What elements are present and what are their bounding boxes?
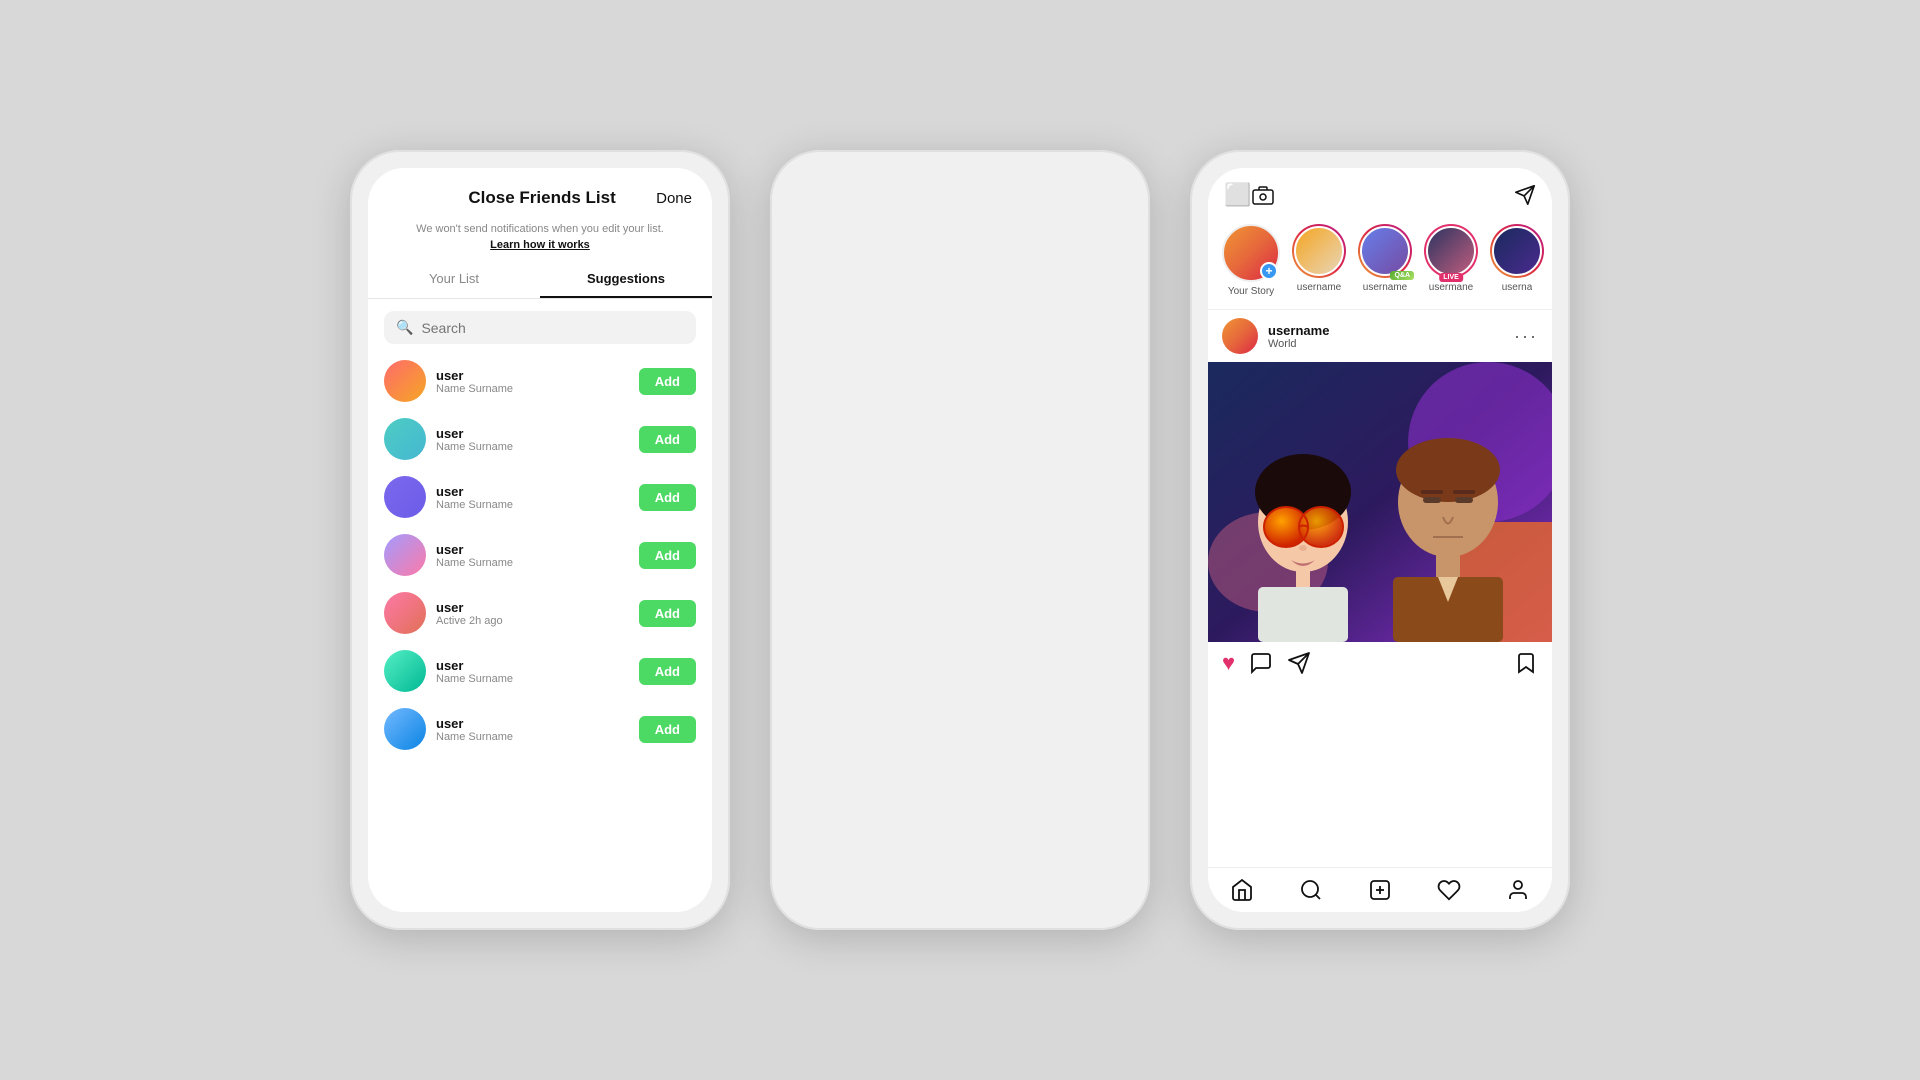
tab-suggestions[interactable]: Suggestions — [540, 261, 712, 298]
nav-add-icon[interactable] — [1368, 878, 1392, 902]
phone-3-screen: ⬜ + — [1208, 168, 1552, 912]
post-avatar[interactable] — [1222, 318, 1258, 354]
p1-learn-link[interactable]: Learn how it works — [368, 239, 712, 261]
user-subtitle: Name Surname — [436, 441, 629, 453]
user-subtitle: Name Surname — [436, 731, 629, 743]
add-button[interactable]: Add — [639, 484, 696, 511]
live-badge: LIVE — [1439, 273, 1463, 282]
avatar — [384, 708, 426, 750]
list-item: user Name Surname Add — [380, 410, 700, 468]
add-button[interactable]: Add — [639, 658, 696, 685]
camera-icon[interactable]: ⬜ — [1224, 182, 1251, 208]
post-image — [1208, 362, 1552, 642]
your-story-avatar: + — [1222, 224, 1280, 282]
p1-done-button[interactable]: Done — [656, 190, 692, 207]
p3-bottom-nav — [1208, 867, 1552, 912]
story-avatar — [1294, 226, 1344, 276]
username-label: user — [436, 600, 629, 615]
username-label: user — [436, 484, 629, 499]
story-item[interactable]: username — [1292, 224, 1346, 297]
story-avatar — [1426, 226, 1476, 276]
p1-user-list: user Name Surname Add user Name Surname … — [368, 352, 712, 912]
search-icon: 🔍 — [396, 319, 413, 336]
username-label: user — [436, 368, 629, 383]
p3-post-actions: ♥ — [1208, 642, 1552, 684]
avatar — [384, 650, 426, 692]
story-item-qa[interactable]: Q&A username — [1358, 224, 1412, 297]
list-item: user Name Surname Add — [380, 700, 700, 758]
story-ring — [1490, 224, 1544, 278]
list-item: user Name Surname Add — [380, 526, 700, 584]
user-subtitle: Name Surname — [436, 499, 629, 511]
like-icon[interactable]: ♥ — [1222, 650, 1235, 676]
avatar — [384, 360, 426, 402]
p3-topbar: ⬜ — [1208, 168, 1552, 216]
avatar — [384, 476, 426, 518]
story-username-label: username — [1363, 282, 1407, 293]
story-avatar — [1492, 226, 1542, 276]
story-username-label: userna — [1502, 282, 1533, 293]
camera-icon-svg[interactable] — [1251, 183, 1275, 207]
add-button[interactable]: Add — [639, 716, 696, 743]
phones-container: Close Friends List Done We won't send no… — [350, 150, 1570, 930]
add-button[interactable]: Add — [639, 368, 696, 395]
avatar — [384, 534, 426, 576]
phone-1: Close Friends List Done We won't send no… — [350, 150, 730, 930]
story-username-label: username — [1297, 282, 1341, 293]
more-options-button[interactable]: ··· — [1514, 326, 1538, 347]
list-item: user Name Surname Add — [380, 468, 700, 526]
avatar — [384, 592, 426, 634]
user-subtitle: Name Surname — [436, 673, 629, 685]
add-button[interactable]: Add — [639, 426, 696, 453]
phone-1-screen: Close Friends List Done We won't send no… — [368, 168, 712, 912]
list-item: user Name Surname Add — [380, 352, 700, 410]
user-subtitle: Name Surname — [436, 383, 629, 395]
your-story-label: Your Story — [1228, 286, 1274, 297]
add-button[interactable]: Add — [639, 542, 696, 569]
nav-home-icon[interactable] — [1230, 878, 1254, 902]
username-label: user — [436, 426, 629, 441]
user-subtitle: Name Surname — [436, 557, 629, 569]
nav-heart-icon[interactable] — [1437, 878, 1461, 902]
p1-tabs: Your List Suggestions — [368, 261, 712, 299]
share-icon[interactable] — [1287, 651, 1311, 675]
nav-search-icon[interactable] — [1299, 878, 1323, 902]
phone-2: ✕ ⬇ ☺ ✏ Aa CLOSE FRIENDS ▾ Your Story — [770, 150, 1150, 930]
search-input[interactable] — [421, 320, 602, 336]
story-ring-qa-wrap: Q&A — [1358, 224, 1412, 278]
story-avatar — [1360, 226, 1410, 276]
p3-post-header: username World ··· — [1208, 310, 1552, 362]
story-item-live[interactable]: LIVE usermane — [1424, 224, 1478, 297]
comment-icon[interactable] — [1249, 651, 1273, 675]
phone-3: ⬜ + — [1190, 150, 1570, 930]
username-label: user — [436, 542, 629, 557]
direct-message-icon[interactable] — [1514, 184, 1536, 206]
story-item[interactable]: userna — [1490, 224, 1544, 297]
bookmark-icon[interactable] — [1514, 651, 1538, 675]
story-ring — [1424, 224, 1478, 278]
tab-your-list[interactable]: Your List — [368, 261, 540, 298]
p1-header: Close Friends List Done — [368, 168, 712, 218]
your-story-item[interactable]: + Your Story — [1222, 224, 1280, 297]
story-ring — [1292, 224, 1346, 278]
p1-subtext: We won't send notifications when you edi… — [368, 218, 712, 239]
post-username[interactable]: username — [1268, 323, 1504, 338]
p3-stories-row: + Your Story username — [1208, 216, 1552, 310]
avatar — [384, 418, 426, 460]
list-item: user Name Surname Add — [380, 642, 700, 700]
your-story-ring: + — [1222, 224, 1280, 282]
qa-badge: Q&A — [1390, 271, 1414, 280]
post-location: World — [1268, 338, 1504, 350]
add-button[interactable]: Add — [639, 600, 696, 627]
story-ring-live-wrap: LIVE — [1424, 224, 1478, 278]
nav-profile-icon[interactable] — [1506, 878, 1530, 902]
story-username-label: usermane — [1429, 282, 1473, 293]
user-subtitle: Active 2h ago — [436, 615, 629, 627]
story-ring — [1358, 224, 1412, 278]
p1-title: Close Friends List — [468, 188, 615, 208]
username-label: user — [436, 716, 629, 731]
username-label: user — [436, 658, 629, 673]
list-item: user Active 2h ago Add — [380, 584, 700, 642]
p1-search-wrap: 🔍 — [384, 311, 696, 344]
